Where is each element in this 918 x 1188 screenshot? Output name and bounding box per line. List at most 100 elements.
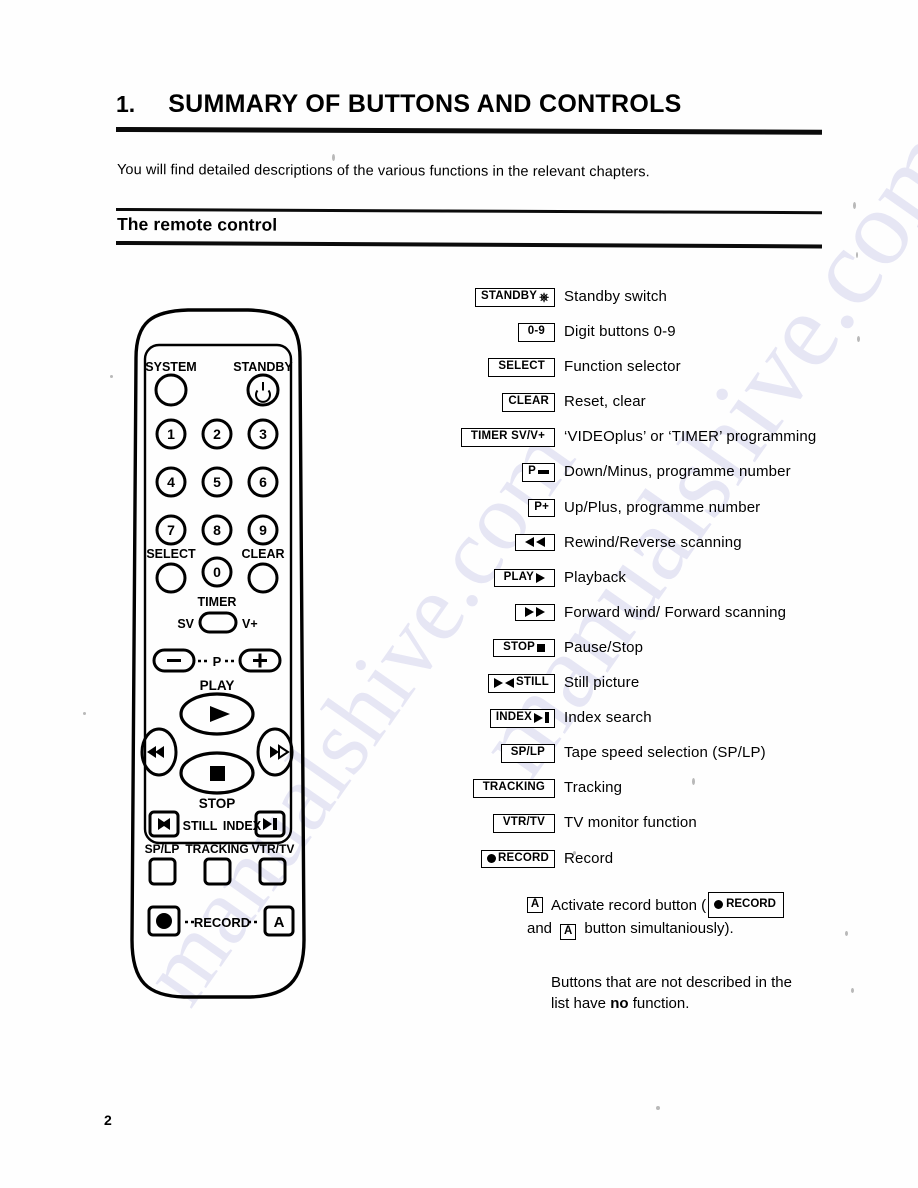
inline-keycap-record: RECORD [708, 892, 784, 918]
keycap-col [440, 602, 555, 621]
activate-mid: and [527, 920, 553, 937]
remote-label-sv: SV [177, 617, 194, 631]
svg-text:3: 3 [259, 426, 267, 442]
legend-item-rewind: Rewind/Reverse scanning [440, 532, 910, 567]
keycap-col: P [440, 461, 555, 482]
no-function-line2: list have no function. [551, 993, 841, 1014]
remote-label-still: STILL [183, 819, 218, 833]
svg-text:1: 1 [167, 426, 175, 442]
keycap-col: SP/LP [440, 742, 555, 763]
legend-desc: Standby switch [564, 288, 667, 305]
keycap-select: SELECT [488, 358, 555, 377]
no-function-post: function. [628, 995, 690, 1012]
keycap-label: STANDBY [481, 290, 538, 303]
section-divider-top [115, 208, 822, 215]
keycap-play: PLAY [493, 568, 555, 588]
keycap-clear: CLEAR [502, 393, 555, 412]
remote-button-system [154, 373, 188, 407]
legend-item-p-minus: P Down/Minus, programme number [440, 461, 910, 496]
remote-button-clear [247, 562, 279, 594]
keycap-timer: TIMER SV/V+ [460, 428, 555, 447]
svg-text:2: 2 [213, 426, 221, 442]
power-icon: ⎈ [539, 290, 549, 304]
keycap-col: CLEAR [440, 391, 555, 412]
svg-text:9: 9 [259, 522, 267, 538]
record-icon [714, 900, 724, 909]
remote-label-vplus: V+ [242, 617, 258, 631]
keycap-col: 0-9 [440, 321, 555, 342]
minus-icon [538, 470, 549, 474]
keycap-label: INDEX [495, 711, 532, 724]
legend-item-p-plus: P+ Up/Plus, programme number [440, 497, 910, 532]
legend-desc: Tape speed selection (SP/LP) [564, 744, 766, 762]
keycap-col: INDEX [440, 707, 555, 728]
legend-desc: Reset, clear [564, 393, 646, 411]
legend-item-tracking: TRACKING Tracking [440, 777, 910, 812]
legend-desc: Tracking [564, 779, 623, 797]
legend-item-clear: CLEAR Reset, clear [440, 391, 910, 426]
no-function-note: Buttons that are not described in the li… [551, 972, 841, 1014]
remote-button-splp [148, 857, 177, 886]
keycap-label: P [528, 465, 536, 478]
still-icon [494, 677, 504, 688]
keycap-col: STILL [440, 672, 555, 693]
play-icon [536, 572, 545, 583]
legend-item-index: INDEX Index search [440, 707, 910, 742]
scan-speck [856, 252, 858, 258]
activate-record-note: A Activate record button ( RECORD and A … [527, 892, 907, 940]
legend-item-timer: TIMER SV/V+ ‘VIDEOplus’ or ‘TIMER’ progr… [440, 426, 910, 461]
keycap-vtrtv: VTR/TV [492, 814, 555, 833]
scan-speck [851, 988, 854, 993]
keycap-a-inline: A [560, 923, 577, 940]
legend-desc: Function selector [564, 358, 681, 376]
keycap-index: INDEX [489, 709, 555, 728]
legend-desc: Playback [564, 568, 627, 586]
legend-item-still: STILL Still picture [440, 672, 910, 707]
section-heading: The remote control [116, 214, 278, 235]
keycap-col: TRACKING [440, 777, 555, 798]
legend-desc: ‘VIDEOplus’ or ‘TIMER’ programming [564, 428, 817, 446]
keycap-col: P+ [440, 497, 555, 518]
activate-suffix: button simultaniously). [584, 920, 734, 937]
keycap-p-plus: P+ [528, 498, 555, 518]
keycap-label: PLAY [503, 570, 534, 583]
page-title: SUMMARY OF BUTTONS AND CONTROLS [168, 90, 682, 118]
keycap-standby: STANDBY ⎈ [475, 288, 555, 307]
button-legend-list: STANDBY ⎈ Standby switch 0-9 Digit button… [440, 286, 910, 883]
keycap-forward [515, 603, 555, 621]
page-number: 2 [104, 1112, 112, 1128]
legend-desc: Forward wind/ Forward scanning [564, 603, 787, 621]
keycap-label: RECORD [726, 898, 776, 910]
keycap-label: STILL [516, 676, 549, 689]
keycap-col: TIMER SV/V+ [440, 426, 555, 447]
remote-label-standby: STANDBY [233, 360, 293, 374]
keycap-col: STANDBY ⎈ [440, 286, 555, 307]
remote-button-tracking [203, 857, 232, 886]
legend-item-select: SELECT Function selector [440, 356, 910, 391]
legend-desc: Record [564, 849, 614, 867]
remote-label-select: SELECT [146, 547, 196, 561]
legend-desc: Down/Minus, programme number [564, 463, 791, 481]
remote-button-select [155, 562, 187, 594]
keycap-splp: SP/LP [500, 744, 555, 763]
remote-label-play: PLAY [200, 678, 235, 693]
section-divider-bottom [115, 241, 823, 249]
legend-desc: Still picture [564, 674, 640, 692]
manual-page: manualshive.com manualshive.com 1. SUMMA… [0, 0, 918, 1188]
remote-label-stop: STOP [199, 796, 236, 811]
no-function-emphasis: no [610, 995, 629, 1012]
keycap-tracking: TRACKING [472, 779, 555, 798]
keycap-digits: 0-9 [517, 323, 555, 342]
remote-label-splp: SP/LP [145, 842, 180, 856]
legend-item-play: PLAY Playback [440, 567, 910, 602]
keycap-col: STOP [440, 637, 555, 658]
keycap-rewind [515, 533, 555, 551]
scan-speck [853, 202, 856, 209]
keycap-col [440, 532, 555, 551]
remote-label-timer: TIMER [198, 595, 237, 609]
svg-text:8: 8 [213, 522, 221, 538]
remote-label-vtrtv: VTR/TV [252, 842, 295, 856]
scan-speck [110, 375, 113, 378]
index-icon-bar [545, 712, 549, 724]
scan-speck [656, 1106, 660, 1110]
